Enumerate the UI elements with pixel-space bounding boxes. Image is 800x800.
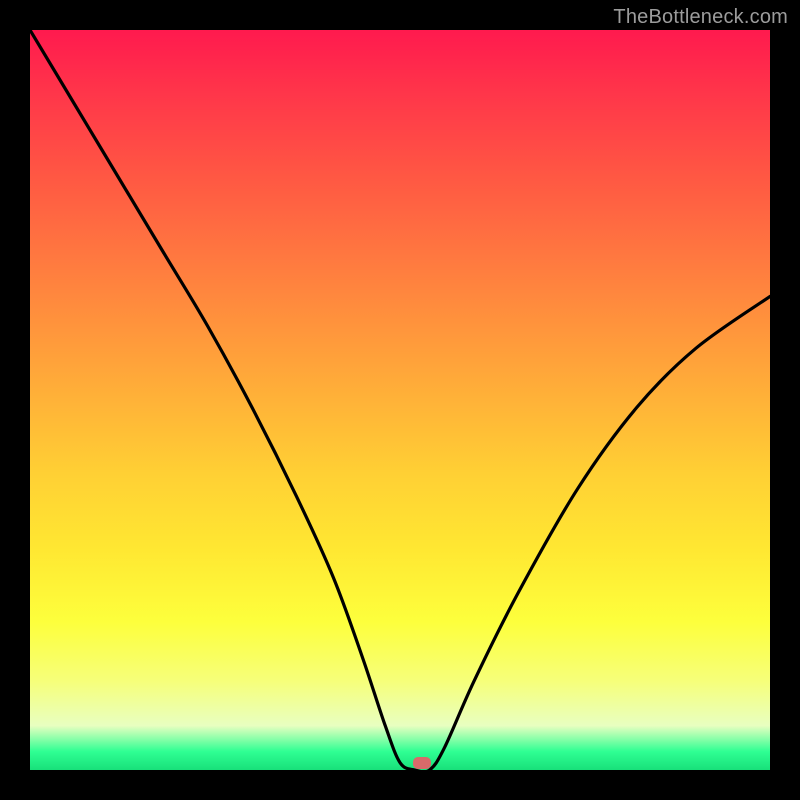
- bottleneck-curve: [30, 30, 770, 770]
- watermark-text: TheBottleneck.com: [613, 6, 788, 29]
- minimum-marker: [413, 757, 431, 769]
- plot-area: [30, 30, 770, 770]
- chart-frame: TheBottleneck.com: [0, 0, 800, 800]
